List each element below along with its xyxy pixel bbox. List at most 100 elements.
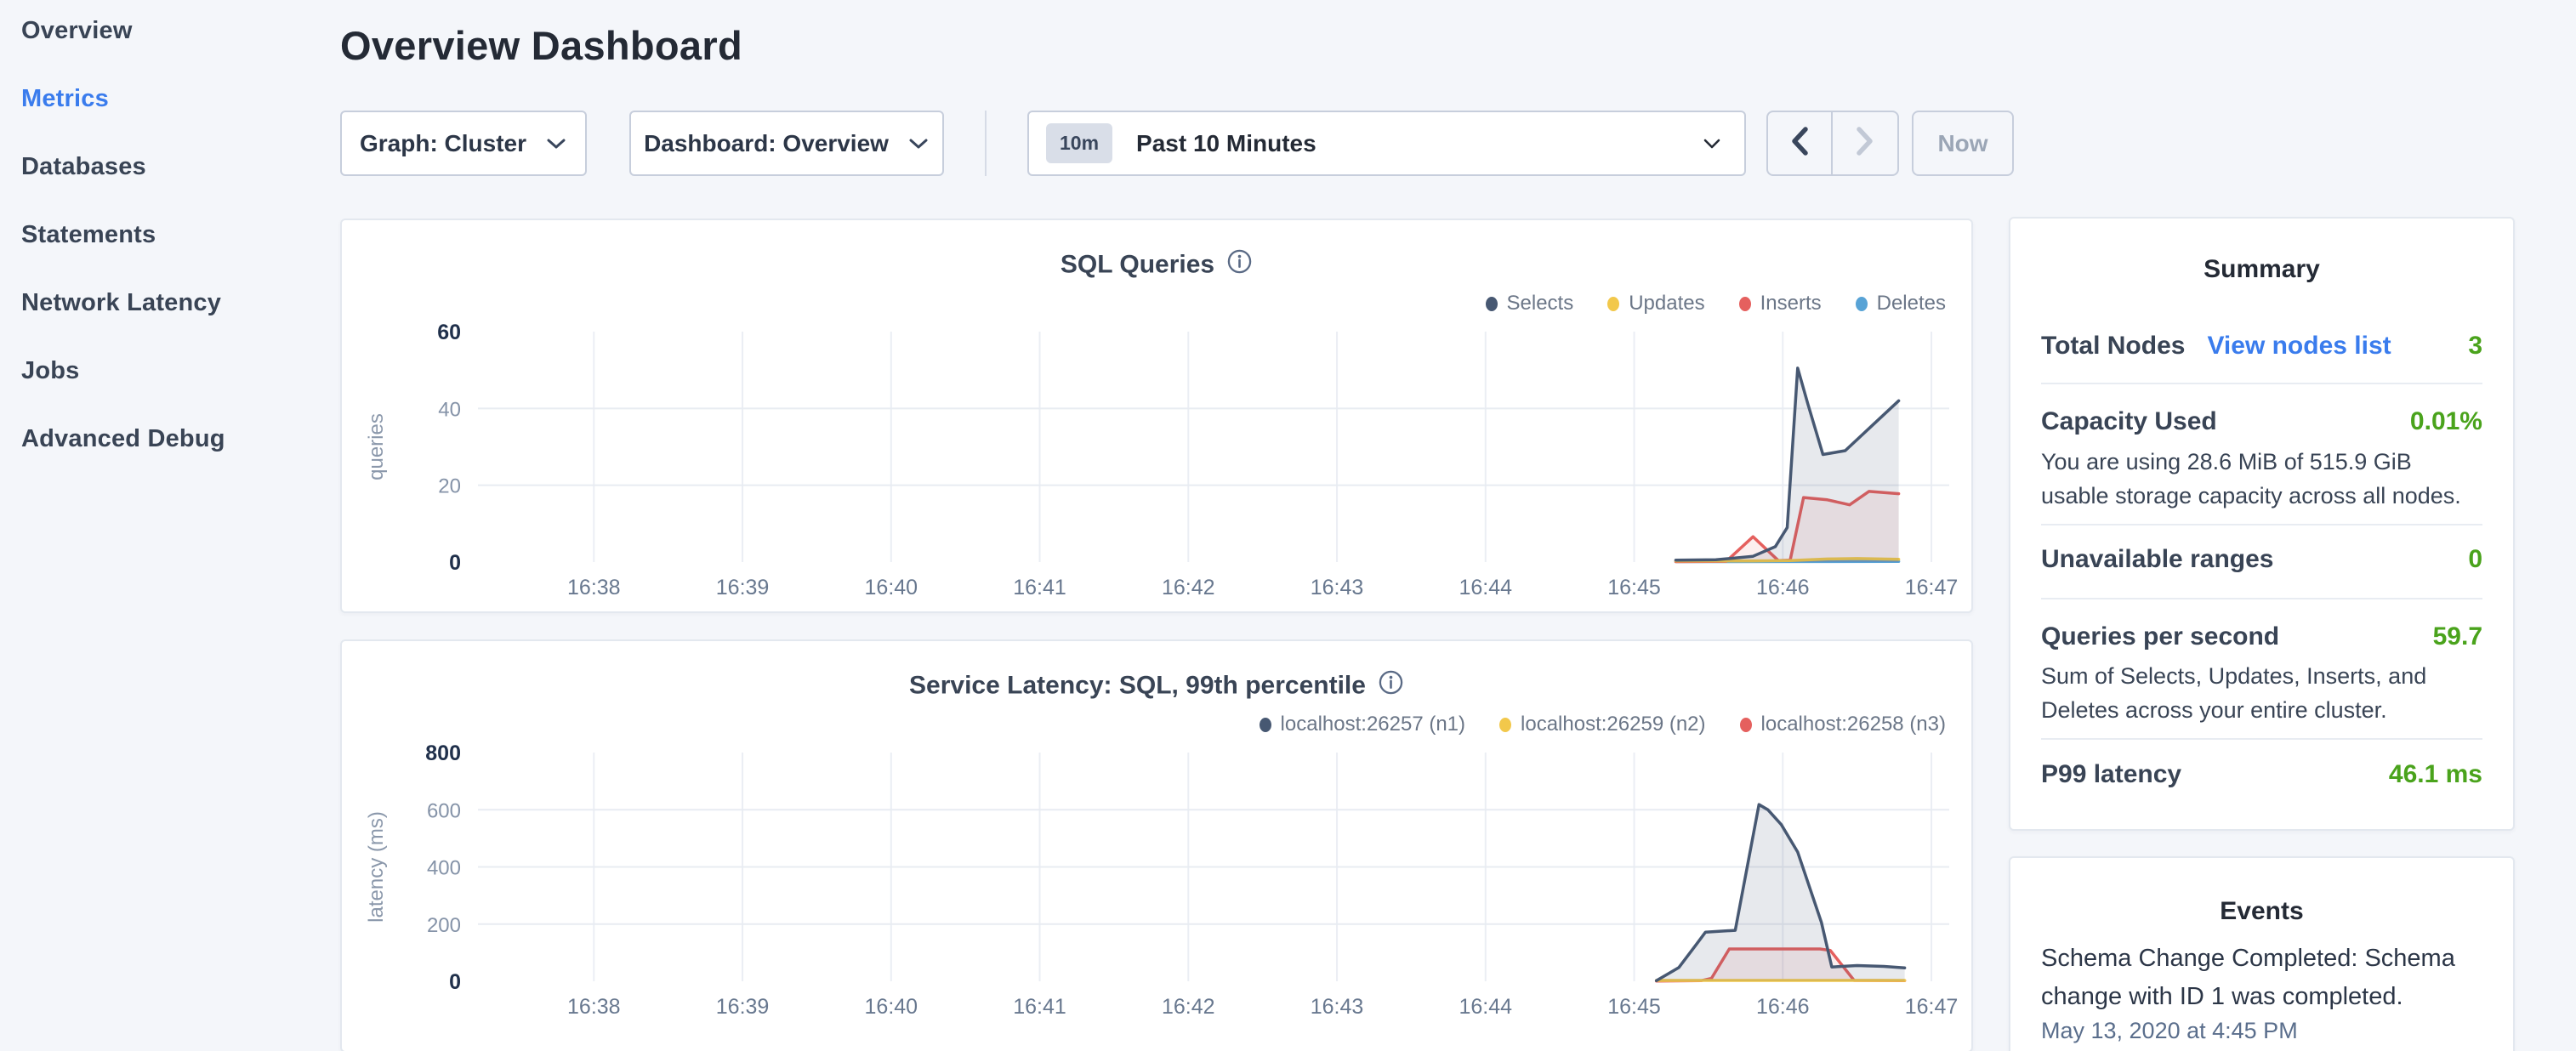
legend-label: localhost:26259 (n2) — [1521, 713, 1705, 736]
sql-queries-card: 16:38 16:39 16:40 16:41 16:42 16:43 16:44 16:45… — [340, 219, 1973, 613]
p99-latency-label: P99 latency — [2041, 760, 2181, 789]
svg-text:16:46: 16:46 — [1756, 995, 1810, 1019]
unavailable-ranges-label: Unavailable ranges — [2041, 545, 2273, 574]
capacity-used-label: Capacity Used — [2041, 407, 2217, 436]
total-nodes-label: Total NodesView nodes list — [2041, 332, 2391, 361]
service-latency-card: 16:3816:3916:4016:4116:4216:4316:4416:45… — [340, 639, 1973, 1051]
sql-queries-legend: Selects Updates Inserts Deletes — [1486, 292, 1947, 315]
legend-item-selects[interactable]: Selects — [1486, 292, 1574, 315]
svg-text:400: 400 — [427, 857, 461, 880]
divider — [2041, 524, 2482, 526]
legend-item-localhost-26257-n1-[interactable]: localhost:26257 (n1) — [1260, 713, 1465, 736]
now-button[interactable]: Now — [1912, 111, 2014, 176]
svg-text:800: 800 — [425, 741, 461, 765]
sidebar-item-network-latency[interactable]: Network Latency — [21, 289, 221, 323]
legend-dot — [1856, 297, 1868, 311]
legend-label: localhost:26258 (n3) — [1761, 713, 1946, 736]
svg-text:16:38: 16:38 — [567, 576, 621, 599]
svg-text:16:47: 16:47 — [1905, 576, 1959, 599]
svg-text:16:45: 16:45 — [1607, 576, 1661, 599]
legend-item-localhost-26258-n3-[interactable]: localhost:26258 (n3) — [1740, 713, 1946, 736]
time-range-chip: 10m — [1046, 123, 1112, 163]
info-icon[interactable] — [1226, 248, 1253, 281]
legend-dot — [1739, 297, 1751, 311]
svg-text:16:44: 16:44 — [1459, 995, 1513, 1019]
service-latency-legend: localhost:26257 (n1) localhost:26259 (n2)… — [1260, 713, 1946, 736]
legend-item-localhost-26259-n2-[interactable]: localhost:26259 (n2) — [1499, 713, 1705, 736]
legend-label: localhost:26257 (n1) — [1281, 713, 1465, 736]
svg-text:200: 200 — [427, 914, 461, 937]
sidebar-item-overview[interactable]: Overview — [21, 17, 133, 51]
sidebar-item-metrics[interactable]: Metrics — [21, 85, 109, 119]
svg-text:queries: queries — [365, 413, 388, 480]
legend-dot — [1486, 297, 1498, 311]
chevron-right-icon — [1852, 124, 1878, 162]
svg-text:16:41: 16:41 — [1013, 995, 1066, 1019]
svg-text:16:42: 16:42 — [1162, 576, 1215, 599]
sidebar-item-statements[interactable]: Statements — [21, 221, 156, 255]
svg-text:16:41: 16:41 — [1013, 576, 1066, 599]
divider — [2041, 383, 2482, 384]
svg-text:60: 60 — [437, 321, 461, 344]
time-range-dropdown[interactable]: 10m Past 10 Minutes — [1027, 111, 1746, 176]
svg-text:16:46: 16:46 — [1756, 576, 1810, 599]
info-icon[interactable] — [1378, 669, 1404, 702]
sidebar-item-jobs[interactable]: Jobs — [21, 357, 80, 391]
chevron-down-icon — [1702, 137, 1722, 151]
main-content: Overview Dashboard Graph: Cluster Dashbo… — [340, 0, 1973, 1051]
svg-text:16:40: 16:40 — [865, 995, 918, 1019]
svg-text:0: 0 — [449, 551, 461, 575]
svg-text:16:43: 16:43 — [1311, 995, 1364, 1019]
legend-dot — [1499, 718, 1511, 732]
total-nodes-value: 3 — [2468, 332, 2482, 361]
svg-text:16:38: 16:38 — [567, 995, 621, 1019]
events-panel: Events Schema Change Completed: Schema c… — [2009, 856, 2515, 1051]
summary-heading: Summary — [2010, 255, 2513, 284]
legend-label: Selects — [1507, 292, 1574, 315]
legend-dot — [1740, 718, 1752, 732]
qps-label: Queries per second — [2041, 622, 2279, 651]
unavailable-ranges-value: 0 — [2468, 545, 2482, 574]
legend-label: Inserts — [1760, 292, 1822, 315]
event-message[interactable]: Schema Change Completed: Schema change w… — [2041, 940, 2482, 1016]
events-heading: Events — [2010, 897, 2513, 926]
legend-item-inserts[interactable]: Inserts — [1739, 292, 1822, 315]
qps-value: 59.7 — [2433, 622, 2482, 651]
divider — [2041, 598, 2482, 599]
graph-scope-label: Graph: Cluster — [360, 130, 526, 157]
svg-text:40: 40 — [438, 398, 461, 421]
dashboard-dropdown[interactable]: Dashboard: Overview — [629, 111, 944, 176]
previous-time-button[interactable] — [1768, 112, 1833, 174]
toolbar-divider — [985, 111, 987, 176]
service-latency-chart[interactable]: 16:3816:3916:4016:4116:4216:4316:4416:45… — [342, 641, 1975, 1051]
legend-label: Deletes — [1877, 292, 1946, 315]
sidebar-nav: Overview Metrics Databases Statements Networ… — [0, 0, 340, 1051]
next-time-button[interactable] — [1833, 112, 1897, 174]
legend-item-updates[interactable]: Updates — [1607, 292, 1704, 315]
chevron-down-icon — [907, 130, 930, 157]
svg-text:16:43: 16:43 — [1311, 576, 1364, 599]
svg-text:16:40: 16:40 — [865, 576, 918, 599]
time-range-label: Past 10 Minutes — [1136, 130, 1702, 157]
svg-text:16:45: 16:45 — [1607, 995, 1661, 1019]
svg-text:16:44: 16:44 — [1459, 576, 1513, 599]
chevron-left-icon — [1787, 124, 1812, 162]
capacity-used-value: 0.01% — [2410, 407, 2482, 436]
dashboard-dropdown-label: Dashboard: Overview — [644, 130, 889, 157]
service-latency-title: Service Latency: SQL, 99th percentile — [342, 669, 1971, 702]
summary-panel: Summary Total NodesView nodes list 3 Cap… — [2009, 217, 2515, 831]
divider — [2041, 738, 2482, 740]
svg-text:16:39: 16:39 — [716, 995, 770, 1019]
svg-text:0: 0 — [449, 970, 461, 994]
svg-text:20: 20 — [438, 475, 461, 498]
sidebar-item-databases[interactable]: Databases — [21, 153, 146, 187]
svg-text:600: 600 — [427, 799, 461, 822]
legend-item-deletes[interactable]: Deletes — [1856, 292, 1946, 315]
p99-latency-value: 46.1 ms — [2389, 760, 2482, 789]
legend-dot — [1260, 718, 1271, 732]
now-button-label: Now — [1937, 130, 1987, 157]
graph-scope-dropdown[interactable]: Graph: Cluster — [340, 111, 587, 176]
sidebar-item-advanced-debug[interactable]: Advanced Debug — [21, 425, 225, 459]
view-nodes-list-link[interactable]: View nodes list — [2207, 332, 2391, 360]
svg-text:16:39: 16:39 — [716, 576, 770, 599]
